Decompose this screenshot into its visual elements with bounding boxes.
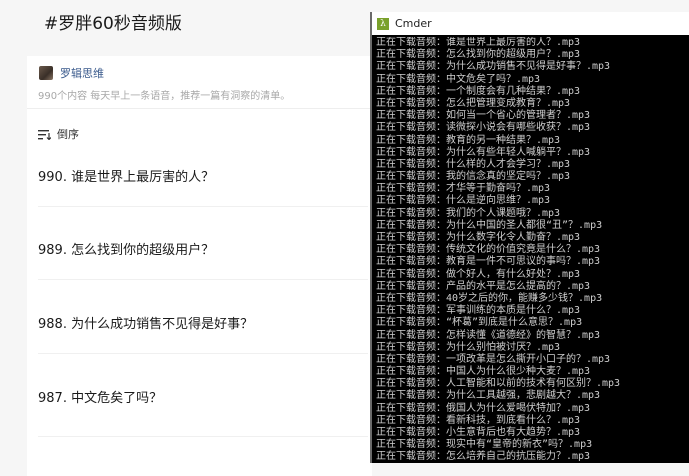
console-line: 正在下载音频：为什么数字化令人勤奋？.mp3 xyxy=(376,232,581,243)
lambda-icon: λ xyxy=(377,17,389,30)
console-line: 正在下载音频：怎么找到你的超级用户？.mp3 xyxy=(376,49,581,61)
console-line: 正在下载音频：做个好人，有什么好处？.mp3 xyxy=(376,268,581,280)
window-titlebar[interactable]: λ Cmder xyxy=(372,12,689,35)
console-line: 正在下载音频：读微探小说会有哪些收获？.mp3 xyxy=(376,122,591,134)
divider xyxy=(38,353,368,354)
sort-label: 倒序 xyxy=(57,128,79,141)
console-line: 正在下载音频：什么是逆向思维？.mp3 xyxy=(376,195,551,207)
console-line: 正在下载音频：40岁之后的你，能赚多少钱？.mp3 xyxy=(376,292,603,304)
avatar xyxy=(39,66,53,80)
album-card: 罗辑思维 990个内容 每天早上一条语音，推荐一篇有洞察的清单。 倒序 990.… xyxy=(27,56,372,476)
console-line: 正在下载音频：看新科技，到底看什么？.mp3 xyxy=(376,414,581,426)
console-line: 正在下载音频：我们的个人课题哦？.mp3 xyxy=(376,207,561,219)
console-output[interactable]: 正在下载音频：谁是世界上最厉害的人？.mp3 正在下载音频：怎么找到你的超级用户？… xyxy=(376,37,688,461)
window-title: Cmder xyxy=(395,17,432,30)
console-line: 正在下载音频：怎么把管理变成教育？.mp3 xyxy=(376,97,571,109)
album-description: 990个内容 每天早上一条语音，推荐一篇有洞察的清单。 xyxy=(38,91,291,102)
page-title: #罗胖60秒音频版 xyxy=(44,14,182,34)
divider xyxy=(38,436,368,437)
console-line: 正在下载音频：什么样的人才会学习？.mp3 xyxy=(376,158,571,170)
console-line: 正在下载音频：人工智能和以前的技术有何区别？.mp3 xyxy=(376,378,621,390)
console-line: 正在下载音频：小生意背后也有大趋势？.mp3 xyxy=(376,427,581,438)
console-line: 正在下载音频：为什么中国的圣人都很“丑”？.mp3 xyxy=(376,219,603,231)
console-line: 正在下载音频：为什么工具越强，悲剧越大？.mp3 xyxy=(376,390,601,402)
author-link[interactable]: 罗辑思维 xyxy=(39,65,104,81)
console-line: 正在下载音频：现实中有“皇帝的新衣”吗？.mp3 xyxy=(376,439,593,451)
console-line: 正在下载音频：军事训练的本质是什么？.mp3 xyxy=(376,305,581,317)
divider xyxy=(27,108,372,109)
episode-item[interactable]: 989. 怎么找到你的超级用户？ xyxy=(38,239,214,258)
cmder-window[interactable]: λ Cmder 正在下载音频：谁是世界上最厉害的人？.mp3 正在下载音频：怎么找… xyxy=(370,12,689,463)
sort-icon xyxy=(38,129,51,140)
console-line: 正在下载音频：为什么别怕被讨厌？.mp3 xyxy=(376,341,561,353)
console-line: 正在下载音频：才华等于勤奋吗？.mp3 xyxy=(376,183,551,195)
console-line: 正在下载音频：中文危矣了吗？.mp3 xyxy=(376,73,541,85)
console-line: 正在下载音频：传统文化的价值究竟是什么？.mp3 xyxy=(376,244,601,256)
console-line: 正在下载音频：一个制度会有几种结果？.mp3 xyxy=(376,85,581,97)
episode-item[interactable]: 990. 谁是世界上最厉害的人？ xyxy=(38,166,214,185)
divider xyxy=(38,279,368,280)
console-line: 正在下载音频：教育是一件不可思议的事吗？.mp3 xyxy=(376,256,601,268)
console-line: 正在下载音频：中国人为什么很少种大麦？.mp3 xyxy=(376,366,591,378)
console-line: 正在下载音频：我的信念真的坚定吗？.mp3 xyxy=(376,171,571,183)
console-line: 正在下载音频：为什么成功销售不见得是好事？.mp3 xyxy=(376,61,611,73)
episode-item[interactable]: 987. 中文危矣了吗？ xyxy=(38,387,162,406)
console-line: 正在下载音频：教育的另一种结果？.mp3 xyxy=(376,134,561,146)
console-line: 正在下载音频：怎样读懂《道德经》的智慧？.mp3 xyxy=(376,329,601,341)
console-line: 正在下载音频：怎么培养自己的抗压能力？.mp3 xyxy=(376,451,591,461)
console-line: 正在下载音频：俄国人为什么爱喝伏特加？.mp3 xyxy=(376,402,591,414)
console-line: 正在下载音频：为什么有些年轻人喊躺平？.mp3 xyxy=(376,146,591,158)
sort-toggle[interactable]: 倒序 xyxy=(38,126,79,142)
divider xyxy=(38,206,368,207)
console-line: 正在下载音频：“杯葛”到底是什么意思？.mp3 xyxy=(376,317,583,329)
console-line: 正在下载音频：如何当一个省心的管理者？.mp3 xyxy=(376,110,591,122)
console-line: 正在下载音频：产品的水平是怎么提高的？.mp3 xyxy=(376,280,591,292)
episode-item[interactable]: 988. 为什么成功销售不见得是好事？ xyxy=(38,313,253,332)
console-line: 正在下载音频：一项改革是怎么撕开小口子的？.mp3 xyxy=(376,353,611,365)
author-name: 罗辑思维 xyxy=(60,67,104,80)
console-line: 正在下载音频：谁是世界上最厉害的人？.mp3 xyxy=(376,37,581,48)
